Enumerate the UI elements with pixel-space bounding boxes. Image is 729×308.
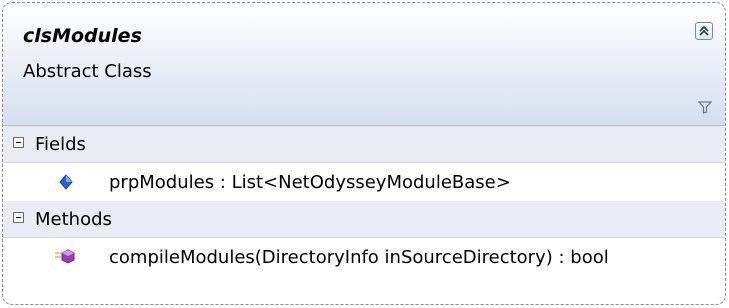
filter-funnel-icon[interactable] [698, 100, 712, 114]
methods-body: compileModules(DirectoryInfo inSourceDir… [3, 238, 725, 304]
methods-compartment-header[interactable]: Methods [3, 201, 725, 238]
collapse-button[interactable] [695, 22, 713, 40]
field-icon [59, 174, 73, 190]
class-name: clsModules [23, 25, 142, 47]
method-icon [55, 249, 75, 264]
fields-label: Fields [35, 134, 86, 155]
methods-label: Methods [35, 209, 112, 230]
class-stereotype: Abstract Class [23, 61, 152, 82]
method-text: compileModules(DirectoryInfo inSourceDir… [109, 247, 609, 268]
field-row[interactable]: prpModules : List<NetOdysseyModuleBase> [3, 163, 725, 201]
minus-box-icon[interactable] [13, 212, 24, 223]
fields-compartment-header[interactable]: Fields [3, 126, 725, 163]
field-text: prpModules : List<NetOdysseyModuleBase> [109, 172, 511, 193]
minus-box-icon[interactable] [13, 137, 24, 148]
method-row[interactable]: compileModules(DirectoryInfo inSourceDir… [3, 238, 725, 276]
class-header: clsModules Abstract Class [3, 3, 725, 126]
class-shape[interactable]: clsModules Abstract Class Fields prpModu… [2, 2, 726, 305]
double-chevron-up-icon [699, 25, 709, 36]
